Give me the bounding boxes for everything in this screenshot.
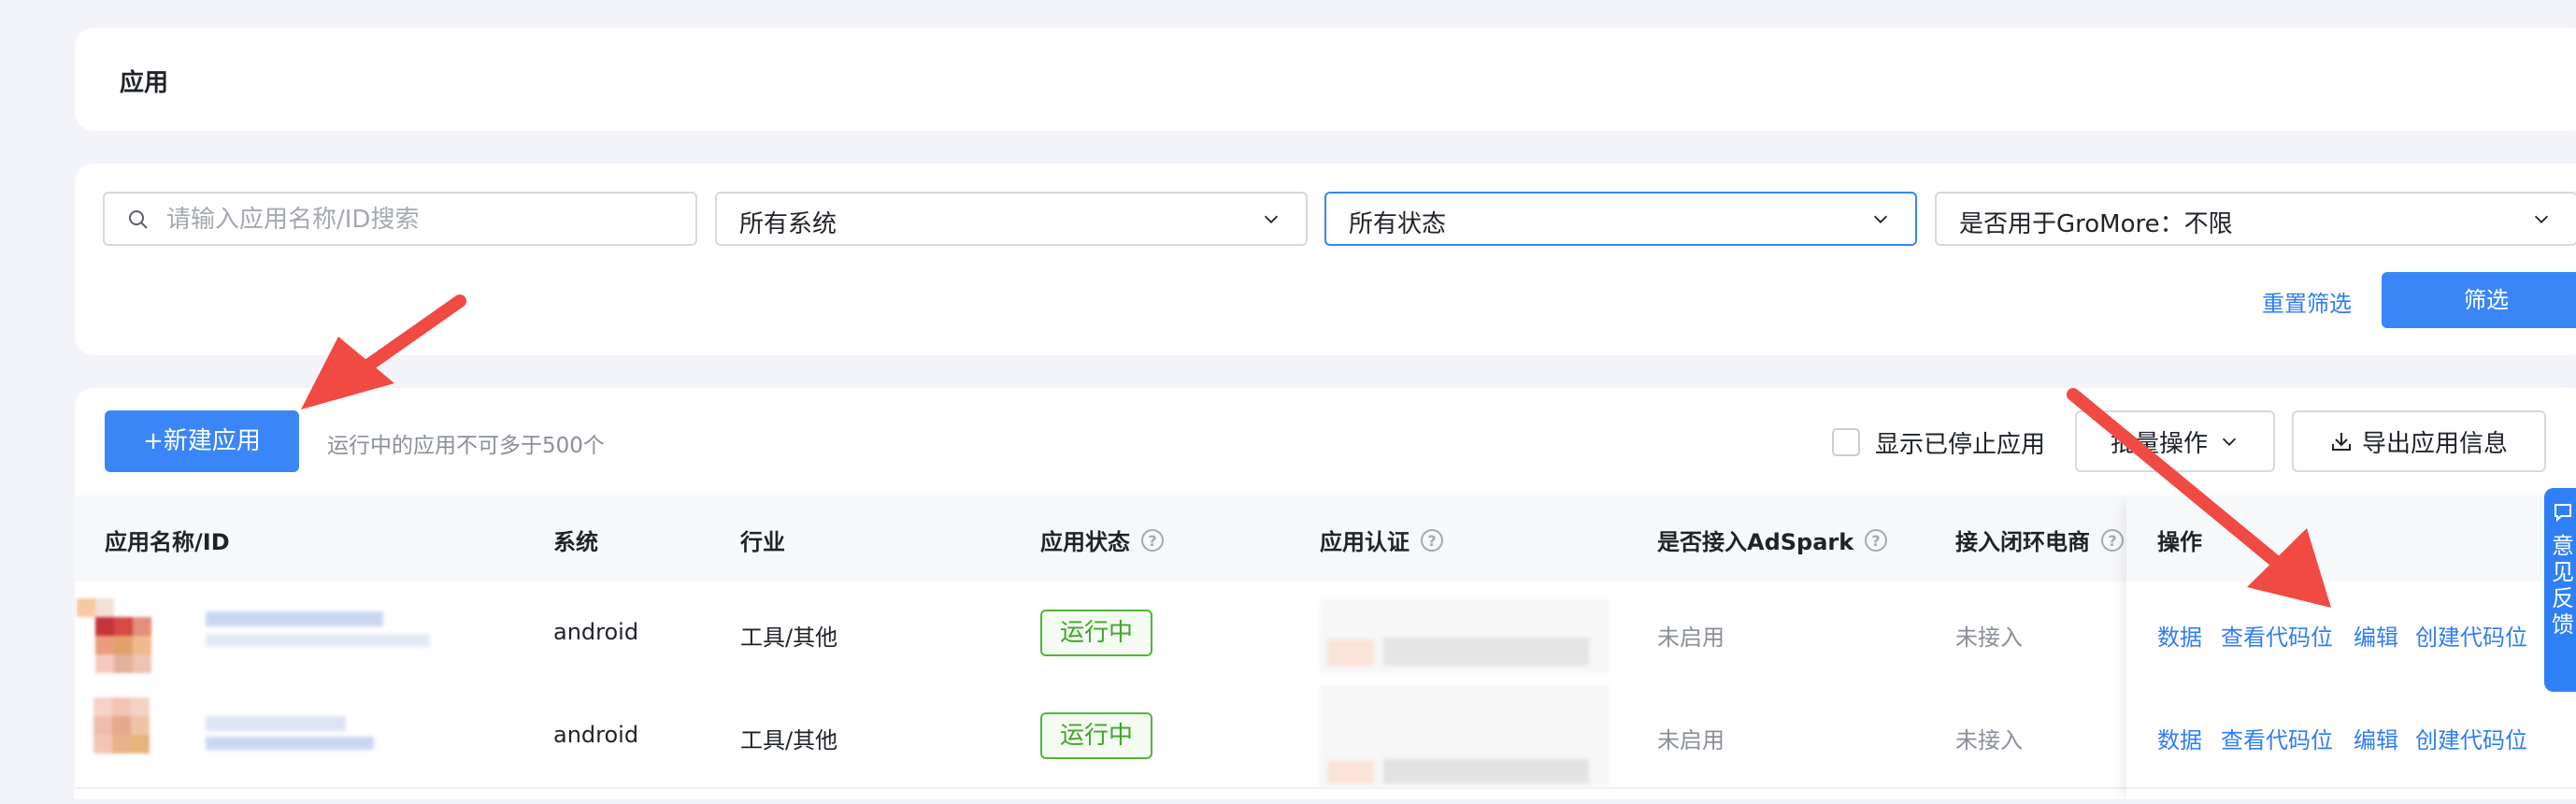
feedback-tab[interactable]: 意见反馈 — [2544, 488, 2576, 692]
col-header-industry: 行业 — [740, 529, 785, 555]
col-header-app-cert: 应用认证 ? — [1320, 524, 1445, 556]
help-icon[interactable]: ? — [1863, 527, 1889, 553]
status-select-value: 所有状态 — [1349, 210, 1447, 238]
system-cell: android — [553, 722, 639, 748]
system-select-value: 所有系统 — [739, 210, 837, 238]
limit-note: 运行中的应用不可多于500个 — [327, 434, 605, 458]
create-slot-link[interactable]: 创建代码位 — [2415, 619, 2527, 652]
table-header: 应用名称/ID 系统 行业 应用状态 ? 应用认证 ? 是否接入AdSpark … — [75, 495, 2576, 581]
app-name-redacted — [206, 611, 383, 626]
app-icon — [77, 598, 170, 682]
chevron-down-icon — [1873, 215, 1888, 223]
edit-link[interactable]: 编辑 — [2354, 722, 2398, 754]
col-header-app-status: 应用状态 ? — [1040, 524, 1166, 556]
gromore-select-value: 是否用于GroMore：不限 — [1959, 210, 2233, 238]
app-id-redacted — [206, 737, 374, 750]
col-header-adspark: 是否接入AdSpark ? — [1657, 524, 1889, 556]
system-cell: android — [553, 619, 639, 645]
col-header-ecommerce: 接入闭环电商 ? — [1955, 524, 2125, 556]
chevron-down-icon — [2534, 215, 2549, 223]
svg-text:?: ? — [1427, 532, 1436, 550]
view-slot-link[interactable]: 查看代码位 — [2221, 619, 2333, 652]
svg-text:?: ? — [2108, 532, 2116, 550]
cert-redacted-mark — [1327, 639, 1374, 666]
col-header-actions: 操作 — [2157, 529, 2202, 555]
app-id-redacted — [206, 634, 430, 647]
filter-button[interactable]: 筛选 — [2382, 272, 2576, 328]
status-badge: 运行中 — [1040, 712, 1152, 759]
adspark-cell: 未启用 — [1657, 625, 1724, 651]
title-card: 应用 — [75, 28, 2576, 131]
svg-text:?: ? — [1148, 532, 1156, 550]
filter-card: 所有系统 所有状态 是否用于GroMore：不限 重置筛选 筛选 — [75, 164, 2576, 355]
adspark-cell: 未启用 — [1657, 727, 1724, 754]
search-field[interactable] — [103, 192, 697, 246]
create-slot-link[interactable]: 创建代码位 — [2415, 722, 2527, 754]
show-stopped-toggle[interactable]: 显示已停止应用 — [1832, 425, 2045, 459]
col-header-app-name: 应用名称/ID — [105, 529, 230, 555]
help-icon[interactable]: ? — [1139, 527, 1166, 553]
help-icon[interactable]: ? — [2099, 527, 2125, 553]
system-select[interactable]: 所有系统 — [715, 192, 1308, 246]
cert-redacted-mark — [1327, 761, 1374, 783]
ecommerce-cell: 未接入 — [1955, 625, 2023, 651]
table-row: android 工具/其他 运行中 未启用 未接入 数据 查看代码位 编辑 创建… — [75, 581, 2576, 686]
feedback-icon — [2555, 504, 2571, 523]
data-link[interactable]: 数据 — [2157, 722, 2202, 754]
reset-filter-link[interactable]: 重置筛选 — [2262, 285, 2352, 318]
table-row: android 工具/其他 运行中 未启用 未接入 数据 查看代码位 编辑 创建… — [75, 684, 2576, 789]
industry-cell: 工具/其他 — [740, 625, 838, 651]
show-stopped-checkbox[interactable] — [1832, 428, 1860, 456]
search-icon — [129, 210, 148, 229]
table-card: +新建应用 运行中的应用不可多于500个 显示已停止应用 批量操作 导出应用信息… — [75, 388, 2576, 799]
col-header-system: 系统 — [553, 529, 598, 555]
new-app-button[interactable]: +新建应用 — [105, 410, 299, 472]
cert-redacted-bar — [1383, 638, 1589, 666]
svg-text:?: ? — [1872, 532, 1881, 550]
app-icon — [93, 697, 187, 782]
show-stopped-label: 显示已停止应用 — [1875, 430, 2046, 459]
app-name-redacted — [206, 716, 346, 731]
export-app-info-label: 导出应用信息 — [2361, 429, 2508, 458]
gromore-select[interactable]: 是否用于GroMore：不限 — [1935, 192, 2576, 246]
cert-redacted-bar — [1383, 759, 1589, 783]
search-input[interactable] — [165, 201, 673, 238]
export-app-info-button[interactable]: 导出应用信息 — [2292, 410, 2546, 472]
status-badge: 运行中 — [1040, 610, 1152, 656]
ecommerce-cell: 未接入 — [1955, 727, 2023, 754]
help-icon[interactable]: ? — [1419, 527, 1445, 553]
status-select[interactable]: 所有状态 — [1324, 192, 1917, 246]
batch-actions-label: 批量操作 — [2110, 429, 2208, 458]
edit-link[interactable]: 编辑 — [2354, 619, 2398, 652]
data-link[interactable]: 数据 — [2157, 619, 2202, 652]
industry-cell: 工具/其他 — [740, 727, 838, 754]
page-title: 应用 — [120, 69, 169, 97]
download-icon — [2331, 433, 2351, 451]
view-slot-link[interactable]: 查看代码位 — [2221, 722, 2333, 754]
chevron-down-icon — [2222, 438, 2237, 446]
chevron-down-icon — [1264, 215, 1279, 223]
batch-actions-button[interactable]: 批量操作 — [2075, 410, 2275, 472]
feedback-label: 意见反馈 — [2552, 533, 2574, 638]
